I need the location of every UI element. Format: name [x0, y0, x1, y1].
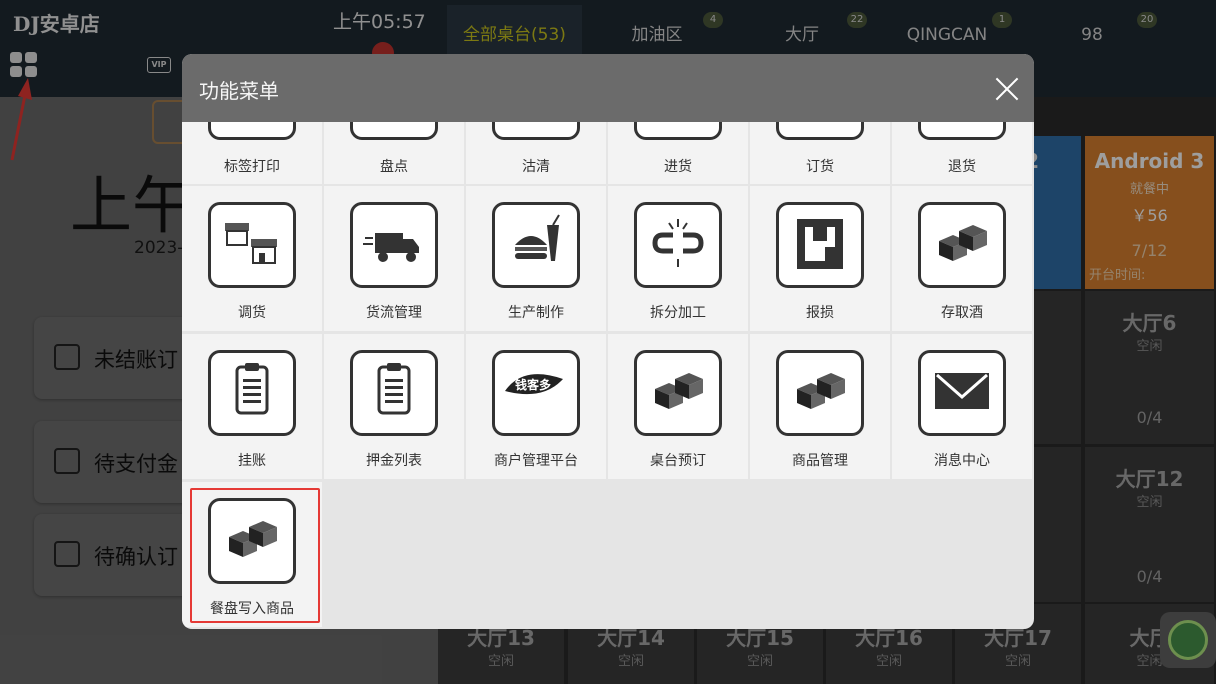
headset-icon — [1168, 620, 1208, 660]
envelope-icon — [918, 350, 1006, 436]
transfer-store-icon — [208, 202, 296, 288]
function-menu-modal: 功能菜单 标签打印 盘点 沽清 进货 订货 退货 调货 货流管理 生产制作 拆分… — [182, 54, 1034, 629]
menu-item-split-process[interactable]: 拆分加工 — [608, 186, 748, 331]
menu-item-table-booking[interactable]: 桌台预订 — [608, 334, 748, 479]
highlight-box — [190, 488, 320, 623]
inventory-icon — [350, 122, 438, 140]
damage-report-icon — [776, 202, 864, 288]
menu-item-label: 拆分加工 — [650, 305, 706, 321]
menu-item-merchant-platform[interactable]: 钱客多 商户管理平台 — [466, 334, 606, 479]
menu-item-damage-report[interactable]: 报损 — [750, 186, 890, 331]
menu-item-label: 调货 — [238, 305, 266, 321]
menu-item-label: 生产制作 — [508, 305, 564, 321]
close-icon[interactable] — [992, 74, 1022, 104]
menu-item-deposit-list[interactable]: 押金列表 — [324, 334, 464, 479]
burger-icon — [492, 202, 580, 288]
menu-item-label: 盘点 — [380, 159, 408, 175]
menu-item-label: 退货 — [948, 159, 976, 175]
customer-service-button[interactable] — [1160, 612, 1216, 668]
return-icon — [918, 122, 1006, 140]
menu-item-transfer[interactable]: 调货 — [182, 186, 322, 331]
menu-item-production[interactable]: 生产制作 — [466, 186, 606, 331]
boxes-icon — [918, 202, 1006, 288]
label-print-icon — [208, 122, 296, 140]
order-goods-icon — [776, 122, 864, 140]
modal-title: 功能菜单 — [199, 79, 279, 103]
menu-item-logistics[interactable]: 货流管理 — [324, 186, 464, 331]
menu-item-label: 货流管理 — [366, 305, 422, 321]
menu-item-wine-storage[interactable]: 存取酒 — [892, 186, 1032, 331]
clipboard-icon — [208, 350, 296, 436]
menu-item-label: 押金列表 — [366, 453, 422, 469]
boxes-icon — [634, 350, 722, 436]
menu-item-label: 标签打印 — [224, 159, 280, 175]
menu-item-inventory[interactable]: 盘点 — [324, 122, 464, 184]
clipboard-icon — [350, 350, 438, 436]
menu-item-label: 订货 — [806, 159, 834, 175]
menu-item-label: 进货 — [664, 159, 692, 175]
menu-item-label: 商户管理平台 — [494, 453, 578, 469]
menu-item-return[interactable]: 退货 — [892, 122, 1032, 184]
sold-out-icon — [492, 122, 580, 140]
menu-item-label: 消息中心 — [934, 453, 990, 469]
menu-item-label: 沽清 — [522, 159, 550, 175]
menu-item-label-print[interactable]: 标签打印 — [182, 122, 322, 184]
menu-item-label: 桌台预订 — [650, 453, 706, 469]
menu-item-label: 挂账 — [238, 453, 266, 469]
menu-item-message-center[interactable]: 消息中心 — [892, 334, 1032, 479]
merchant-logo-text: 钱客多 — [515, 377, 551, 392]
menu-item-label: 存取酒 — [941, 305, 983, 321]
boxes-icon — [776, 350, 864, 436]
modal-header: 功能菜单 — [182, 54, 1034, 122]
app-root: DJ安卓店 上午05:57 VIP 全部桌台(53) 加油区 4 大厅 22 Q… — [0, 0, 1216, 684]
menu-item-order-goods[interactable]: 订货 — [750, 122, 890, 184]
menu-item-label: 商品管理 — [792, 453, 848, 469]
menu-item-label: 报损 — [806, 305, 834, 321]
menu-item-on-account[interactable]: 挂账 — [182, 334, 322, 479]
split-link-icon — [634, 202, 722, 288]
merchant-platform-icon: 钱客多 — [492, 350, 580, 436]
menu-item-sold-out[interactable]: 沽清 — [466, 122, 606, 184]
truck-icon — [350, 202, 438, 288]
purchase-icon — [634, 122, 722, 140]
menu-item-purchase[interactable]: 进货 — [608, 122, 748, 184]
menu-item-product-management[interactable]: 商品管理 — [750, 334, 890, 479]
